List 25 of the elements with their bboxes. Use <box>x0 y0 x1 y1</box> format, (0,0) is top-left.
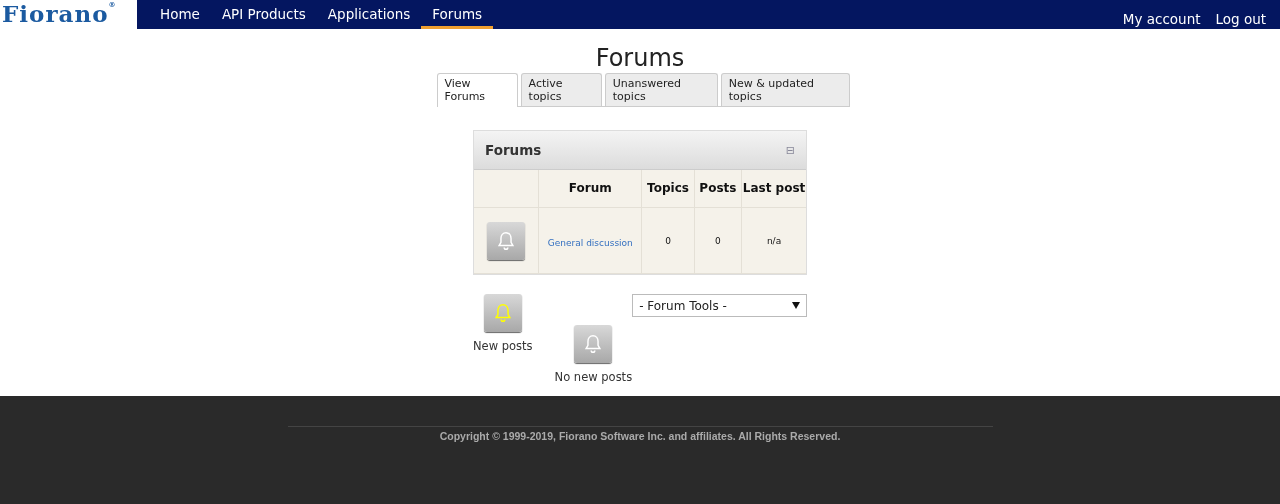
panel-title: Forums <box>485 142 542 158</box>
nav-link[interactable]: API Products <box>210 0 317 29</box>
table-cell: n/a <box>741 207 806 274</box>
column-header: Last post <box>741 170 806 208</box>
column-header: Posts <box>694 170 742 208</box>
column-header: Topics <box>641 170 695 208</box>
table-cell: 0 <box>641 207 695 274</box>
nav-link[interactable]: Home <box>149 0 211 29</box>
account-link[interactable]: Log out <box>1215 9 1266 29</box>
caret-icon <box>792 302 800 309</box>
tab[interactable]: Active topics <box>520 73 602 106</box>
nav-link[interactable]: Applications <box>316 0 422 29</box>
table-cell: 0 <box>694 207 742 274</box>
forum-link[interactable]: General discussion <box>547 238 633 248</box>
column-header: Forum <box>538 170 642 208</box>
tab[interactable]: View Forums <box>436 73 518 107</box>
page-title: Forums <box>595 43 685 73</box>
legend-label: New posts <box>473 339 533 353</box>
legend-label: No new posts <box>554 370 633 384</box>
tab[interactable]: New & updated topics <box>720 73 850 106</box>
forum-tools-dropdown[interactable]: - Forum Tools - <box>632 294 807 317</box>
tab[interactable]: Unanswered topics <box>604 73 718 106</box>
account-link[interactable]: My account <box>1122 9 1201 29</box>
copyright-text: Copyright © 1999-2019, Fiorano Software Inc. and affiliates. All Rights Reserved. <box>439 430 841 442</box>
logo[interactable]: Fiorano$^{®}$ <box>0 0 137 29</box>
